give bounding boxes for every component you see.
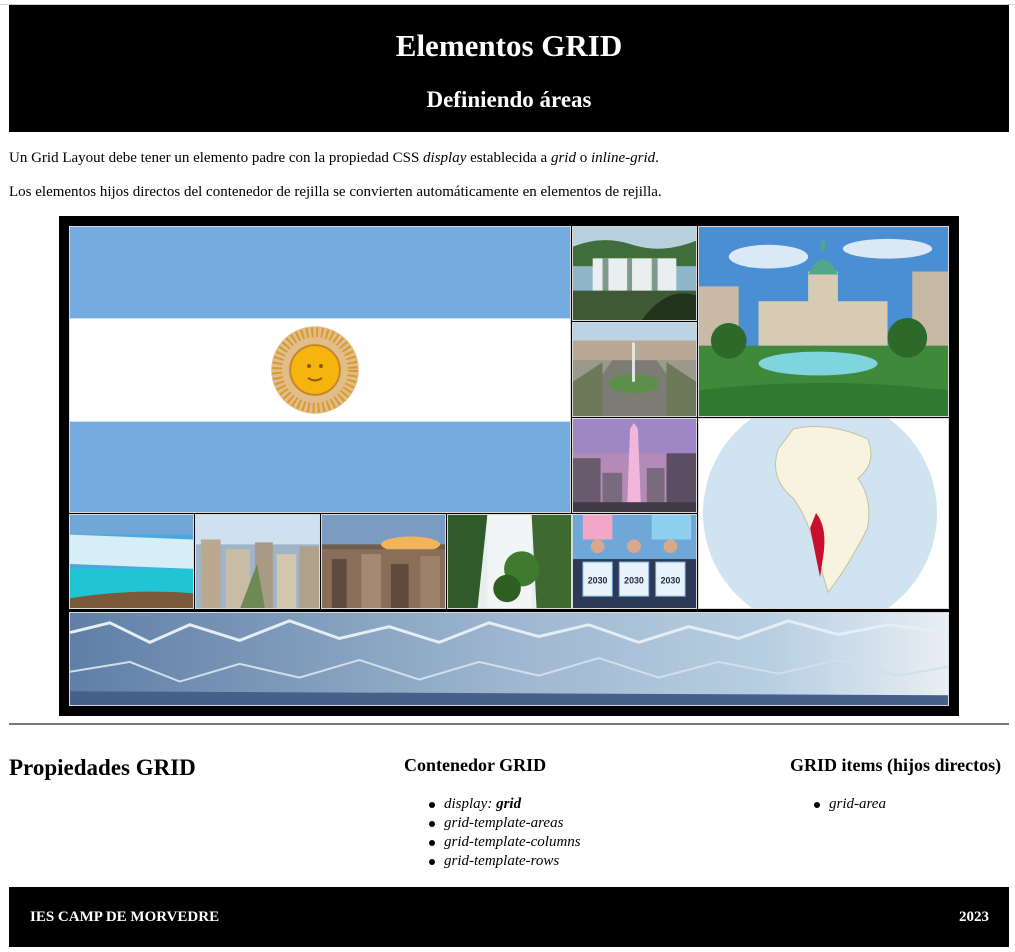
intro-text-3: o bbox=[575, 150, 591, 166]
football-players-image: 2030 2030 2030 bbox=[572, 514, 697, 609]
container-properties-list: display: grid grid-template-areas grid-t… bbox=[426, 795, 581, 871]
city-aerial-image bbox=[195, 514, 320, 609]
property-template-areas: grid-template-areas bbox=[444, 815, 564, 831]
list-item: grid-template-columns bbox=[426, 833, 581, 852]
intro-inline-grid-term: inline-grid bbox=[590, 150, 656, 166]
items-properties-list: grid-area bbox=[811, 795, 886, 814]
footer-school-name: IES CAMP DE MORVEDRE bbox=[30, 909, 220, 925]
property-display-value: grid bbox=[496, 796, 522, 812]
container-column-title: Contenedor GRID bbox=[404, 755, 547, 775]
page-footer: IES CAMP DE MORVEDRE 2023 bbox=[9, 887, 1009, 947]
intro-paragraph-2: Los elementos hijos directos del contene… bbox=[9, 184, 662, 200]
page-title: Elementos GRID bbox=[395, 28, 623, 63]
buenos-aires-avenue-image bbox=[572, 322, 697, 417]
globe-map-image bbox=[698, 418, 949, 609]
congress-building-image bbox=[698, 226, 949, 417]
image-grid-container: 2030 2030 2030 bbox=[59, 216, 959, 716]
jersey-text-1: 2030 bbox=[588, 576, 608, 586]
intro-display-term: display bbox=[423, 150, 467, 166]
iguazu-falls-image bbox=[572, 226, 697, 321]
property-template-rows: grid-template-rows bbox=[444, 853, 560, 869]
intro-grid-term: grid bbox=[550, 150, 576, 166]
waterfall-jungle-image bbox=[447, 514, 572, 609]
glacier-lake-image bbox=[69, 514, 194, 609]
property-display-label: display: bbox=[444, 796, 497, 812]
jersey-text-2: 2030 bbox=[624, 576, 644, 586]
list-item: grid-template-areas bbox=[426, 814, 581, 833]
jersey-text-3: 2030 bbox=[661, 576, 681, 586]
footer-year: 2023 bbox=[959, 909, 989, 925]
sunset-city-image bbox=[321, 514, 446, 609]
intro-text-2: establecida a bbox=[466, 150, 551, 166]
list-item: grid-template-rows bbox=[426, 852, 581, 871]
argentina-flag-image bbox=[69, 226, 571, 513]
list-item: grid-area bbox=[811, 795, 886, 814]
intro-text-4: . bbox=[655, 150, 659, 166]
items-column-title: GRID items (hijos directos) bbox=[790, 755, 1002, 775]
list-item: display: grid bbox=[426, 795, 581, 814]
property-template-columns: grid-template-columns bbox=[444, 834, 581, 850]
obelisk-image bbox=[572, 418, 697, 513]
glacier-wall-image bbox=[69, 612, 949, 706]
property-grid-area: grid-area bbox=[829, 796, 886, 812]
properties-title: Propiedades GRID bbox=[9, 755, 196, 780]
intro-text-1: Un Grid Layout debe tener un elemento pa… bbox=[9, 150, 424, 166]
page-subtitle: Definiendo áreas bbox=[426, 87, 592, 112]
intro-paragraph-1: Un Grid Layout debe tener un elemento pa… bbox=[9, 149, 659, 167]
page-header: Elementos GRID Definiendo áreas bbox=[9, 5, 1009, 132]
section-divider bbox=[9, 723, 1009, 725]
